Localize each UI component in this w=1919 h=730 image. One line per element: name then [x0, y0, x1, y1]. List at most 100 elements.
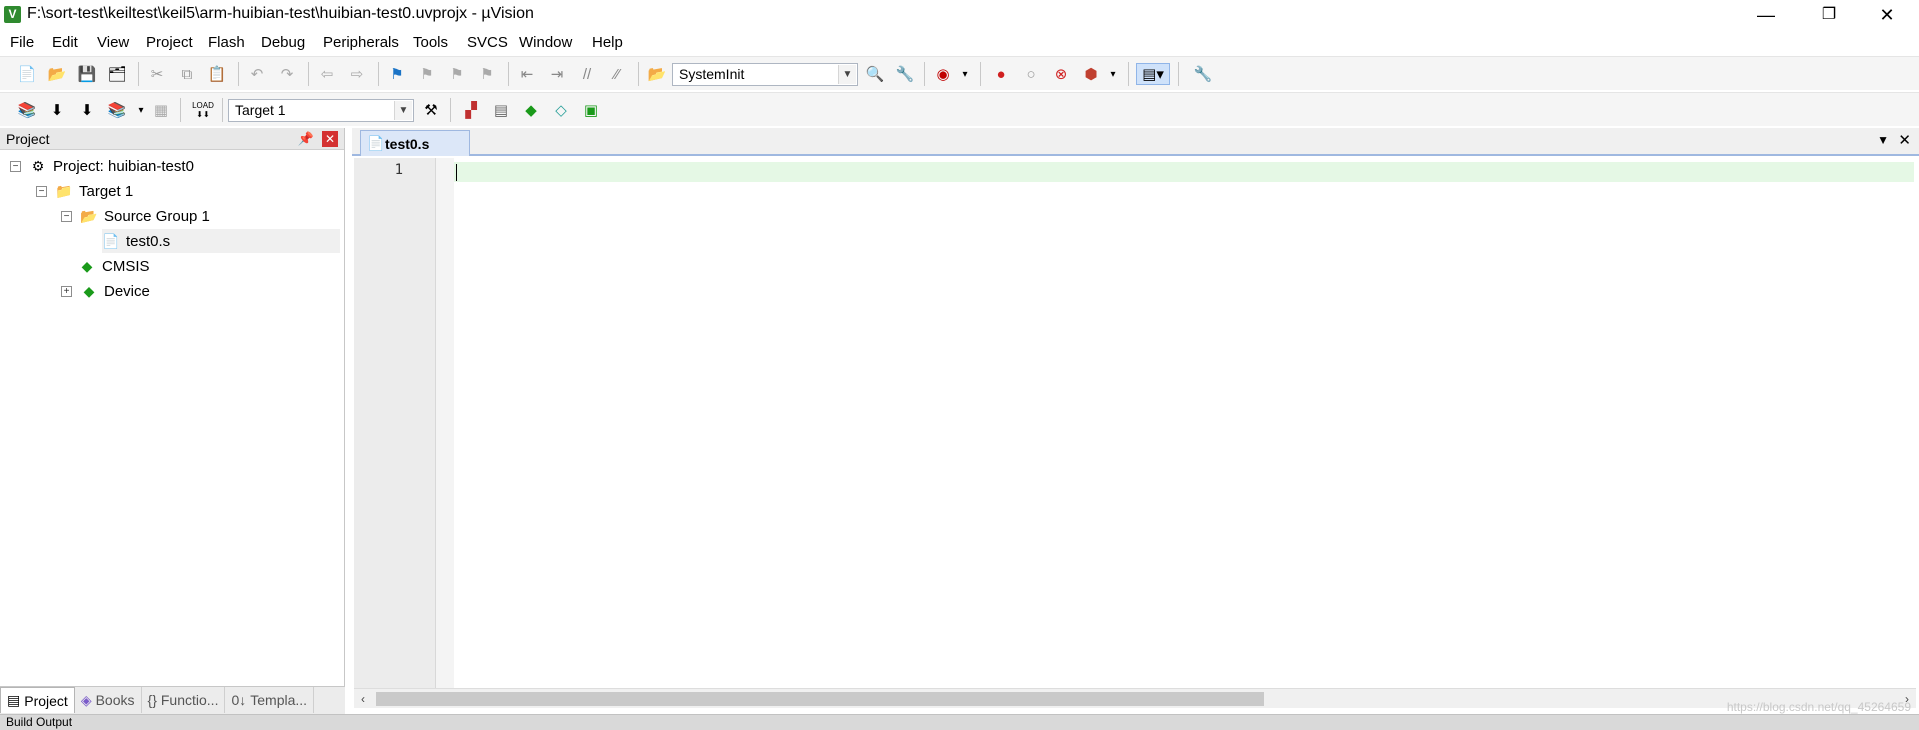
manage-project-items-icon[interactable]: ▞	[460, 99, 482, 121]
close-panel-icon[interactable]: ✕	[322, 131, 338, 147]
code-editor[interactable]	[454, 158, 1916, 688]
tab-templates[interactable]: 0↓ Templa...	[225, 687, 315, 713]
disable-all-breakpoints-icon[interactable]: ⊗	[1050, 63, 1072, 85]
menu-svcs[interactable]: SVCS	[467, 34, 508, 51]
tree-item-device[interactable]: + ◆ Device	[61, 279, 150, 303]
clear-bookmarks-icon[interactable]: ⚑	[476, 63, 498, 85]
next-bookmark-icon[interactable]: ⚑	[446, 63, 468, 85]
new-file-icon[interactable]: 📄	[16, 63, 38, 85]
scrollbar-thumb[interactable]	[376, 692, 1264, 706]
menu-project[interactable]: Project	[146, 34, 193, 51]
menu-peripherals[interactable]: Peripherals	[323, 34, 399, 51]
navigate-back-icon[interactable]: ⇦	[316, 63, 338, 85]
tab-test0-s[interactable]: 📄 test0.s	[360, 130, 470, 156]
collapse-icon[interactable]: −	[36, 185, 47, 197]
incremental-find-icon[interactable]: 🔧	[894, 63, 916, 85]
stop-build-icon[interactable]: ▦	[150, 99, 172, 121]
tree-label-file: test0.s	[126, 232, 171, 250]
menu-edit[interactable]: Edit	[52, 34, 78, 51]
chevron-down-icon[interactable]: ▾	[130, 99, 152, 121]
menu-window[interactable]: Window	[519, 34, 572, 51]
text-caret	[456, 164, 457, 181]
menu-file[interactable]: File	[10, 34, 34, 51]
tree-item-cmsis[interactable]: ◆ CMSIS	[78, 254, 150, 278]
menu-debug[interactable]: Debug	[261, 34, 305, 51]
close-button[interactable]: ✕	[1858, 0, 1916, 30]
toolbar-separator	[508, 62, 509, 86]
tab-functions[interactable]: {} Functio...	[142, 687, 226, 713]
build-icon[interactable]: ⬇	[46, 99, 68, 121]
watermark: https://blog.csdn.net/qq_45264659	[1726, 700, 1911, 714]
chevron-down-icon[interactable]: ▾	[954, 63, 976, 85]
configure-wrench-icon[interactable]: 🔧	[1192, 63, 1214, 85]
tree-item-source-group[interactable]: − 📂 Source Group 1	[61, 204, 210, 228]
target-options-icon[interactable]: ⚒	[420, 99, 442, 121]
editor-area: 📄 test0.s ▼ ✕ 1 ‹ ›	[352, 128, 1919, 714]
cut-icon[interactable]: ✂	[146, 63, 168, 85]
function-combo[interactable]: SystemInit ▼	[672, 63, 858, 86]
tab-functions-label: Functio...	[160, 692, 219, 708]
open-folder-icon[interactable]: 📂	[46, 63, 68, 85]
expand-icon[interactable]: +	[61, 285, 72, 297]
menu-tools[interactable]: Tools	[413, 34, 448, 51]
window-layout-icon[interactable]: ▤▾	[1136, 63, 1170, 85]
insert-bookmark-icon[interactable]: ⚑	[386, 63, 408, 85]
comment-icon[interactable]: //	[576, 63, 598, 85]
rebuild-icon[interactable]: ⬇	[76, 99, 98, 121]
save-all-icon[interactable]: 🗂	[106, 63, 128, 85]
translate-icon[interactable]: 📚	[16, 99, 38, 121]
horizontal-scrollbar[interactable]: ‹ ›	[354, 688, 1916, 708]
tab-books[interactable]: ◈ Books	[75, 687, 142, 713]
target-combo[interactable]: Target 1 ▼	[228, 99, 414, 122]
copy-icon[interactable]: ⧉	[176, 63, 198, 85]
chevron-down-icon[interactable]: ▼	[1877, 133, 1889, 147]
find-icon[interactable]: 🔍	[864, 63, 886, 85]
multi-project-icon[interactable]: ▤	[490, 99, 512, 121]
toolbar-separator	[138, 62, 139, 86]
menu-view[interactable]: View	[97, 34, 129, 51]
load-download-icon[interactable]: LOAD ⬇⬇	[192, 99, 214, 121]
kill-breakpoints-icon[interactable]: ⬢	[1080, 63, 1102, 85]
pack-installer-icon[interactable]: ▣	[580, 99, 602, 121]
menu-help[interactable]: Help	[592, 34, 623, 51]
close-icon[interactable]: ✕	[1898, 131, 1911, 149]
tree-item-file[interactable]: 📄 test0.s	[102, 229, 340, 253]
chevron-down-icon[interactable]: ▾	[1102, 63, 1124, 85]
enable-breakpoint-icon[interactable]: ○	[1020, 63, 1042, 85]
scroll-left-icon[interactable]: ‹	[354, 689, 372, 709]
build-output-bar: Build Output	[0, 714, 1919, 730]
tree-item-target[interactable]: − 📁 Target 1	[36, 179, 133, 203]
debug-session-icon[interactable]: ◉	[932, 63, 954, 85]
select-packs-icon[interactable]: ◇	[550, 99, 572, 121]
collapse-icon[interactable]: −	[10, 160, 21, 172]
insert-breakpoint-icon[interactable]: ●	[990, 63, 1012, 85]
chevron-down-icon[interactable]: ▼	[394, 101, 412, 120]
run-time-environment-icon[interactable]: ◆	[520, 99, 542, 121]
navigate-forward-icon[interactable]: ⇨	[346, 63, 368, 85]
save-icon[interactable]: 💾	[76, 63, 98, 85]
tree-item-project[interactable]: − ⚙ Project: huibian-test0	[10, 154, 194, 178]
find-in-files-icon[interactable]: 📂	[646, 63, 668, 85]
maximize-button[interactable]: ❐	[1800, 0, 1858, 30]
batch-build-icon[interactable]: 📚	[106, 99, 128, 121]
minimize-button[interactable]: —	[1737, 0, 1795, 30]
undo-icon[interactable]: ↶	[246, 63, 268, 85]
pin-icon[interactable]: 📌	[298, 131, 314, 147]
previous-bookmark-icon[interactable]: ⚑	[416, 63, 438, 85]
toolbar-separator	[222, 98, 223, 122]
uncomment-icon[interactable]: ⁄⁄	[606, 63, 628, 85]
unindent-icon[interactable]: ⇥	[546, 63, 568, 85]
project-tab-icon: ▤	[7, 692, 21, 708]
line-number-gutter: 1	[354, 158, 436, 688]
tab-project[interactable]: ▤ Project	[0, 687, 75, 713]
tab-templates-label: Templa...	[250, 692, 308, 708]
menu-flash[interactable]: Flash	[208, 34, 245, 51]
collapse-icon[interactable]: −	[61, 210, 72, 222]
paste-icon[interactable]: 📋	[206, 63, 228, 85]
indent-icon[interactable]: ⇤	[516, 63, 538, 85]
tree-label-project: Project: huibian-test0	[53, 157, 194, 175]
current-line-highlight	[454, 162, 1914, 182]
redo-icon[interactable]: ↷	[276, 63, 298, 85]
chevron-down-icon[interactable]: ▼	[838, 65, 856, 84]
component-icon: ◆	[81, 257, 93, 274]
